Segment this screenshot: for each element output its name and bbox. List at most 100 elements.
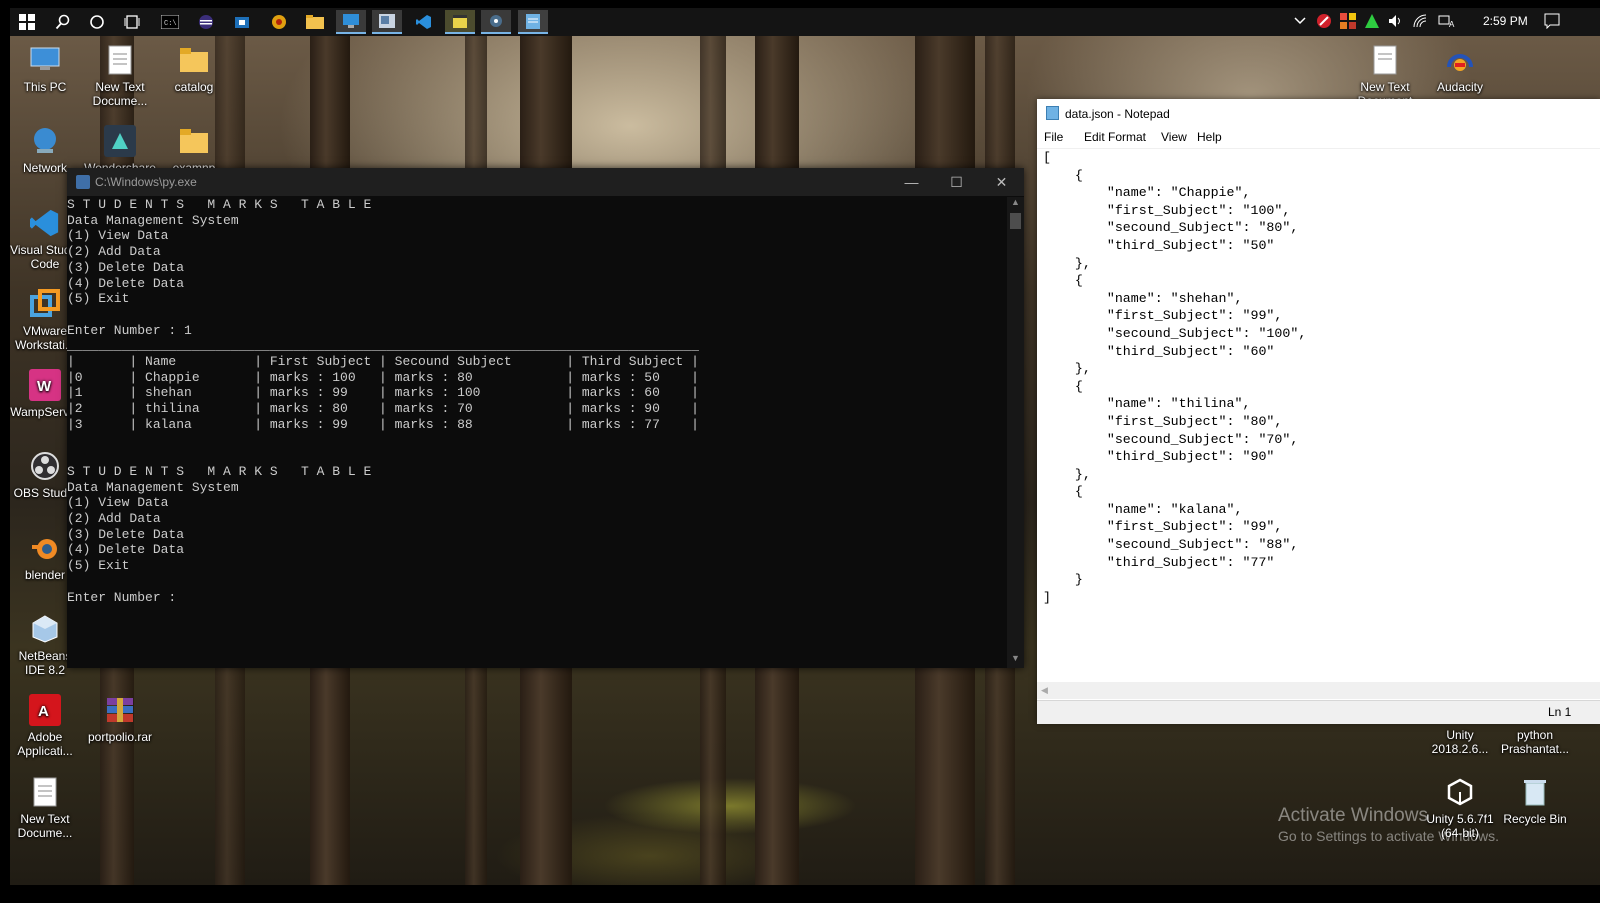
console-scrollbar[interactable]: ▲ ▼ bbox=[1007, 197, 1024, 668]
menu-help[interactable]: Help bbox=[1197, 130, 1222, 144]
task-view-icon[interactable] bbox=[117, 10, 147, 34]
store-icon[interactable] bbox=[227, 10, 257, 34]
desktop-icon-label: NetBeans IDE 8.2 bbox=[18, 649, 72, 677]
minimize-button[interactable]: — bbox=[889, 168, 934, 196]
cmd-icon[interactable]: C:\ bbox=[155, 10, 185, 34]
bezel-left bbox=[0, 0, 10, 903]
text-file-icon bbox=[1369, 44, 1401, 76]
clock[interactable]: 2:59 PM bbox=[1483, 14, 1528, 28]
windows-logo-icon bbox=[19, 14, 35, 30]
netbeans-icon bbox=[29, 613, 61, 645]
colorful-app-icon[interactable] bbox=[1340, 13, 1356, 32]
notepad-title-bar[interactable]: data.json - Notepad bbox=[1037, 99, 1600, 127]
volume-icon[interactable] bbox=[1388, 13, 1404, 32]
svg-text:A: A bbox=[38, 703, 49, 720]
vscode-icon bbox=[29, 207, 61, 239]
notepad-window[interactable]: data.json - Notepad File Edit Format Vie… bbox=[1037, 99, 1600, 724]
desktop-icon-new-text-document-2[interactable]: New Text Docume... bbox=[8, 776, 82, 840]
python-icon bbox=[76, 175, 90, 189]
console-window[interactable]: C:\Windows\py.exe — ☐ ✕ S T U D E N T S … bbox=[67, 168, 1024, 668]
menu-view[interactable]: View bbox=[1161, 130, 1187, 144]
desktop-icon-label: Audacity bbox=[1436, 80, 1484, 94]
desktop-icon-new-text-document[interactable]: New Text Docume... bbox=[83, 44, 157, 108]
svg-text:W: W bbox=[37, 378, 52, 395]
desktop-icon-adobe[interactable]: A Adobe Applicati... bbox=[8, 694, 82, 758]
desktop-icon-label: This PC bbox=[23, 80, 67, 94]
desktop-icon-label: New Text Docume... bbox=[92, 80, 148, 108]
cursor-position: Ln 1 bbox=[1548, 705, 1572, 719]
svg-text:A: A bbox=[1449, 20, 1455, 29]
app-icon[interactable] bbox=[264, 10, 294, 34]
menu-file[interactable]: File bbox=[1044, 130, 1063, 144]
vscode-icon[interactable] bbox=[409, 10, 439, 34]
console-title-bar[interactable]: C:\Windows\py.exe — ☐ ✕ bbox=[67, 168, 1024, 196]
console-output[interactable]: S T U D E N T S M A R K S T A B L E Data… bbox=[67, 197, 1007, 667]
file-explorer-icon[interactable] bbox=[300, 10, 330, 34]
desktop-icon-audacity[interactable]: Audacity bbox=[1423, 44, 1497, 94]
folder-icon bbox=[178, 44, 210, 76]
close-button[interactable]: ✕ bbox=[979, 168, 1024, 196]
vmware-icon bbox=[29, 288, 61, 320]
chevron-up-icon[interactable] bbox=[1293, 13, 1307, 30]
scrollbar-thumb[interactable] bbox=[1010, 213, 1021, 229]
desktop-icon-recycle-bin[interactable]: Recycle Bin bbox=[1498, 776, 1572, 826]
desktop-icon-label: VMware Workstati... bbox=[15, 324, 75, 352]
watermark-subtitle: Go to Settings to activate Windows. bbox=[1278, 828, 1499, 844]
cortana-icon[interactable] bbox=[82, 10, 112, 34]
remote-desktop-icon[interactable] bbox=[336, 10, 366, 34]
text-file-icon bbox=[29, 776, 61, 808]
winrar-icon bbox=[104, 694, 136, 726]
notepad-icon bbox=[1046, 106, 1059, 120]
green-triangle-icon[interactable] bbox=[1364, 13, 1380, 32]
menu-format[interactable]: Format bbox=[1108, 130, 1146, 144]
notification-icon[interactable] bbox=[1544, 13, 1560, 32]
bezel-top bbox=[0, 0, 1600, 8]
console-title: C:\Windows\py.exe bbox=[95, 175, 197, 189]
bezel-bottom bbox=[0, 885, 1600, 903]
desktop-icon-label: Recycle Bin bbox=[1503, 812, 1567, 826]
blender-icon bbox=[29, 532, 61, 564]
maximize-button[interactable]: ☐ bbox=[934, 168, 979, 196]
desktop-icon-catalog[interactable]: catalog bbox=[157, 44, 231, 94]
scroll-up-arrow-icon[interactable]: ▲ bbox=[1007, 197, 1024, 211]
scroll-down-arrow-icon[interactable]: ▼ bbox=[1007, 653, 1024, 667]
wampserver-icon: W bbox=[29, 369, 61, 401]
computer-icon bbox=[29, 44, 61, 76]
desktop-icon-label: New Text Docume... bbox=[17, 812, 73, 840]
windows-start-button[interactable] bbox=[12, 10, 42, 34]
scroll-left-arrow-icon[interactable]: ◀ bbox=[1041, 685, 1048, 696]
notepad-title: data.json - Notepad bbox=[1065, 107, 1170, 121]
desktop-screen: C:\ A 2:59 PM This PC New Text Docume...… bbox=[0, 0, 1600, 903]
wifi-icon[interactable] bbox=[1412, 13, 1428, 32]
search-icon[interactable] bbox=[48, 10, 78, 34]
folder-icon bbox=[178, 125, 210, 157]
notepad-menu-bar: File Edit Format View Help bbox=[1037, 127, 1600, 148]
eclipse-icon[interactable] bbox=[191, 10, 221, 34]
desktop-icon-this-pc[interactable]: This PC bbox=[8, 44, 82, 94]
desktop-icon-label: blender bbox=[24, 568, 66, 582]
antivirus-icon[interactable] bbox=[1316, 13, 1332, 32]
desktop-icon-label: portpolio.rar bbox=[87, 730, 153, 744]
network-icon bbox=[29, 125, 61, 157]
svg-text:C:\: C:\ bbox=[164, 20, 177, 28]
notepad-text: [ { "name": "Chappie", "first_Subject": … bbox=[1043, 150, 1307, 605]
clapper-icon[interactable] bbox=[445, 10, 475, 34]
wondershare-icon bbox=[104, 125, 136, 157]
watermark-title: Activate Windows bbox=[1278, 805, 1428, 826]
language-icon[interactable]: A bbox=[1438, 13, 1456, 32]
app-icon[interactable] bbox=[372, 10, 402, 34]
notepad-status-bar: Ln 1 bbox=[1037, 700, 1600, 724]
desktop-icon-label: Adobe Applicati... bbox=[17, 730, 73, 758]
menu-edit[interactable]: Edit bbox=[1084, 130, 1105, 144]
text-file-icon bbox=[104, 44, 136, 76]
obs-icon bbox=[29, 450, 61, 482]
desktop-icon-portpolio-rar[interactable]: portpolio.rar bbox=[83, 694, 157, 744]
notepad-horizontal-scrollbar[interactable]: ◀ bbox=[1037, 682, 1600, 699]
wifi-tool-icon[interactable] bbox=[481, 10, 511, 34]
notepad-icon[interactable] bbox=[518, 10, 548, 34]
console-text: S T U D E N T S M A R K S T A B L E Data… bbox=[67, 197, 699, 605]
activation-watermark: Activate Windows Go to Settings to activ… bbox=[1278, 805, 1499, 845]
desktop-icon-label: Network bbox=[22, 161, 67, 175]
desktop-icon-label: catalog bbox=[174, 80, 214, 94]
taskbar: C:\ A 2:59 PM bbox=[10, 8, 1600, 36]
